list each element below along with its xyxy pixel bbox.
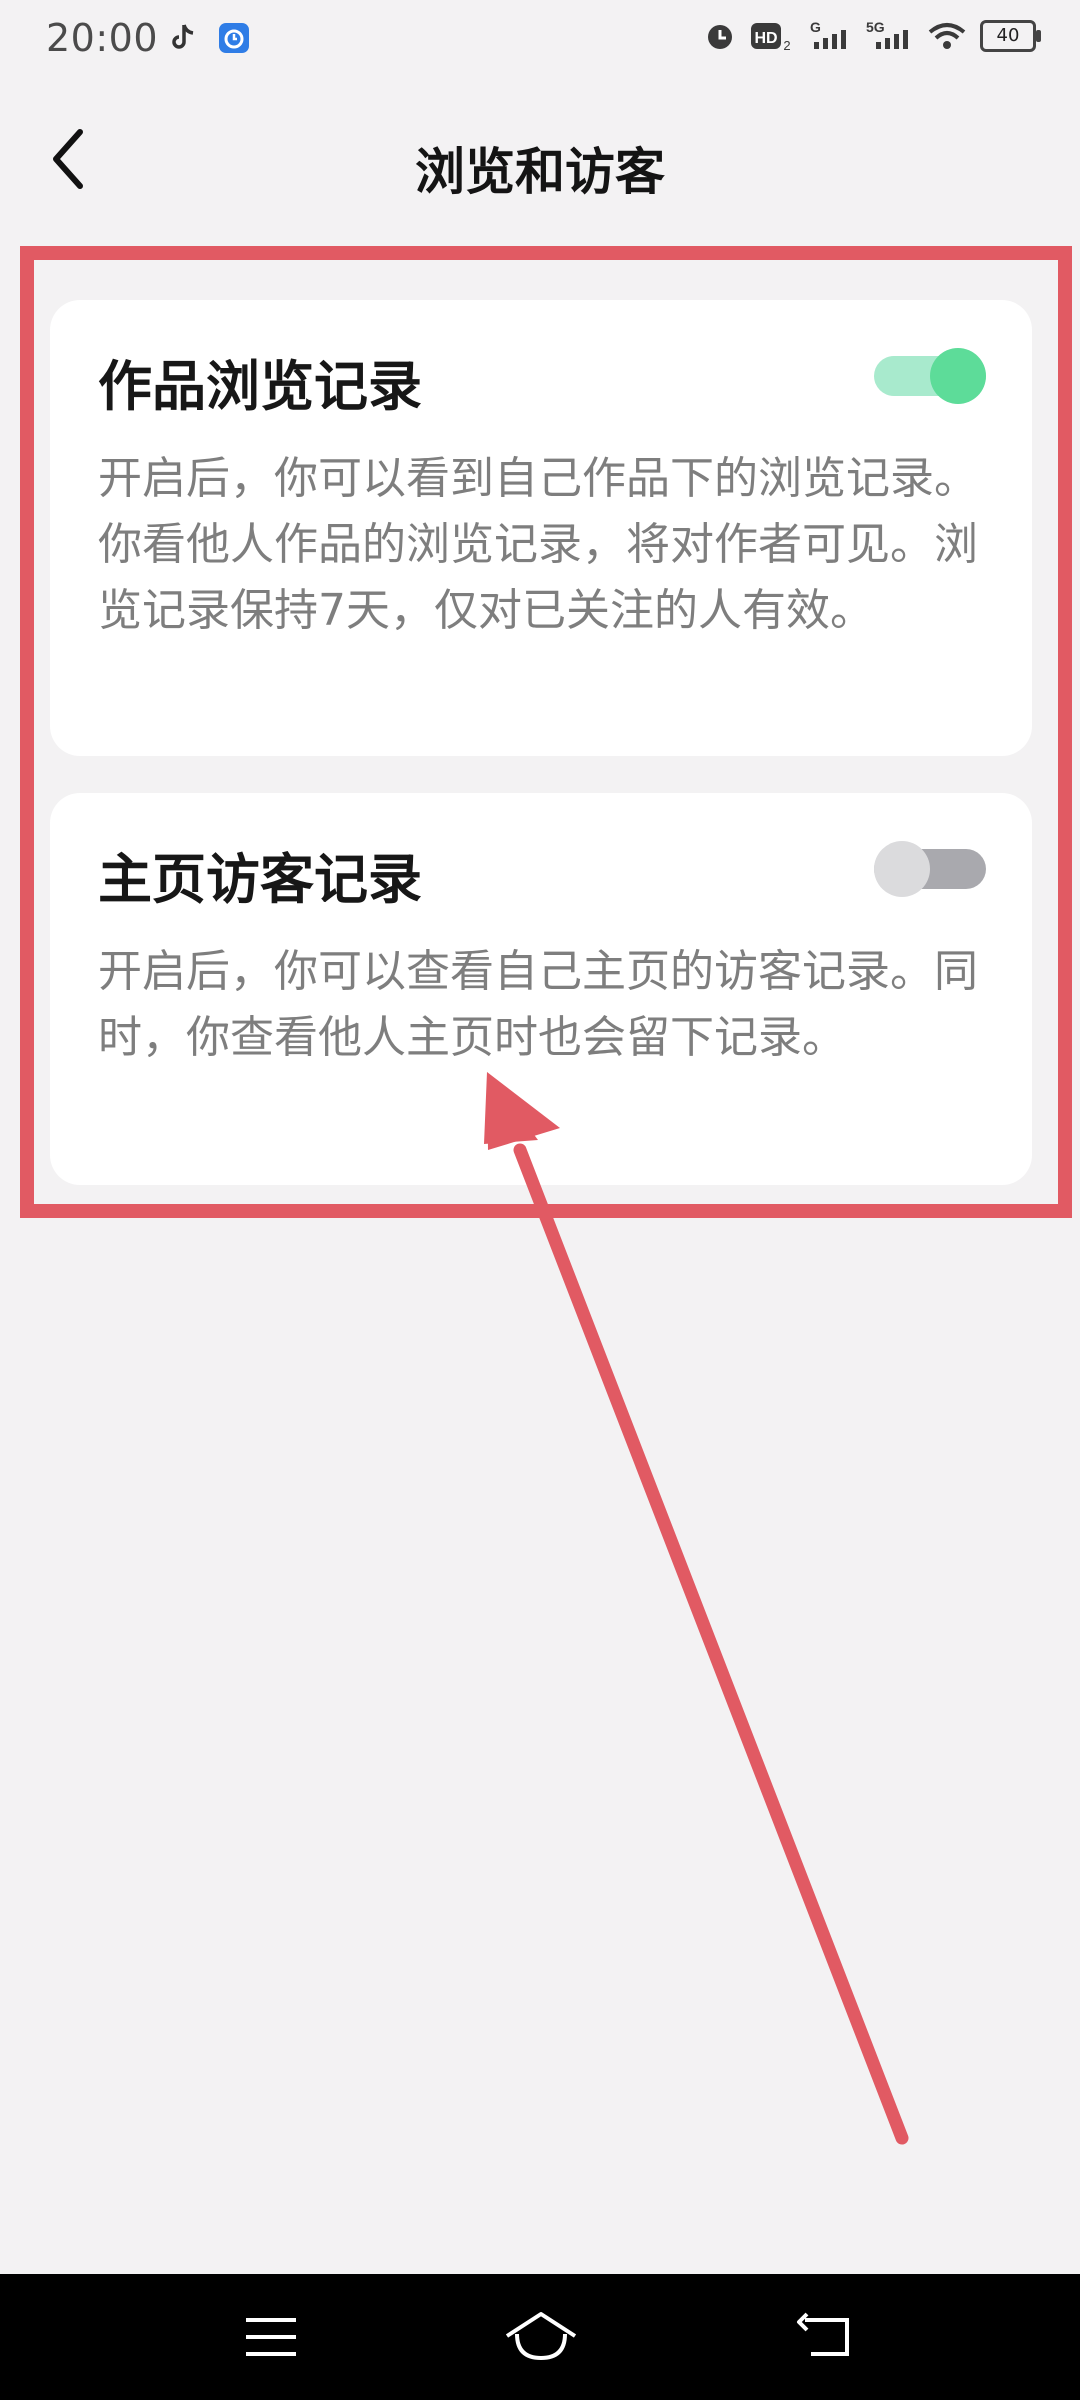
status-left-icons — [170, 22, 250, 54]
back-nav-button[interactable] — [780, 2304, 870, 2370]
header: 浏览和访客 — [0, 96, 1080, 236]
home-icon — [505, 2312, 577, 2361]
tiktok-icon — [170, 23, 196, 53]
battery-level: 40 — [996, 25, 1020, 46]
status-time: 20:00 — [46, 16, 159, 60]
page-title: 浏览和访客 — [415, 143, 665, 201]
signal-5g-icon: 5G — [864, 20, 914, 52]
status-bar: 20:00 HD 2 G 5G 40 — [0, 0, 1080, 84]
system-nav-bar — [0, 2274, 1080, 2400]
status-right-icons: HD 2 G 5G 40 — [704, 20, 1041, 52]
menu-button[interactable] — [226, 2304, 316, 2370]
svg-text:HD: HD — [754, 30, 777, 47]
annotation-highlight-box — [20, 246, 1072, 1218]
hd-icon: HD 2 — [750, 20, 792, 52]
back-icon — [797, 2312, 849, 2356]
battery-icon: 40 — [980, 20, 1041, 52]
wifi-icon — [928, 20, 966, 52]
home-button[interactable] — [496, 2304, 586, 2370]
alarm-app-icon — [218, 22, 250, 54]
svg-text:5G: 5G — [866, 20, 885, 35]
menu-icon — [246, 2318, 296, 2356]
signal-g-icon: G — [806, 20, 850, 52]
alarm-clock-icon — [704, 20, 736, 52]
svg-text:G: G — [810, 20, 821, 35]
svg-text:2: 2 — [783, 38, 790, 52]
